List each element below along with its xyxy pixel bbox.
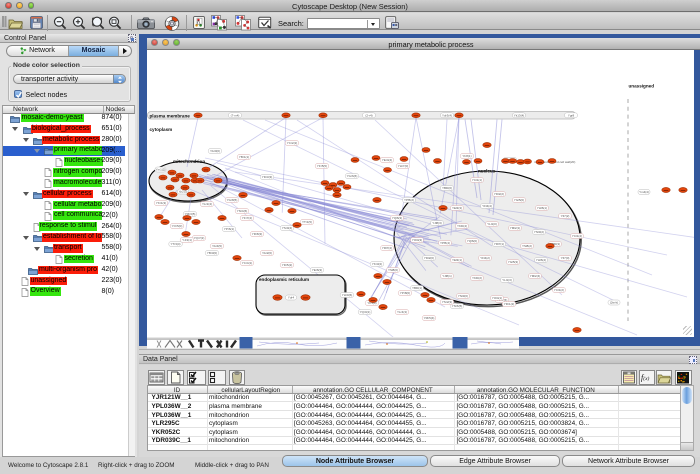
svg-text:YNr6(5): YNr6(5) — [451, 304, 462, 308]
svg-text:YDr5(2): YDr5(2) — [281, 263, 292, 267]
svg-text:YQl6(0): YQl6(0) — [466, 239, 476, 243]
svg-text:YLr4(3): YLr4(3) — [396, 310, 406, 314]
svg-text:YGr8(5): YGr8(5) — [226, 198, 237, 202]
svg-text:YJl8(3): YJl8(3) — [432, 221, 442, 225]
svg-text:YLl1(0): YLl1(0) — [487, 222, 497, 226]
svg-text:YHl6(4): YHl6(4) — [535, 258, 545, 262]
svg-text:YCr4(1): YCr4(1) — [241, 261, 252, 265]
svg-text:YIr8(1): YIr8(1) — [462, 154, 471, 158]
svg-text:Ym4(4): Ym4(4) — [639, 190, 649, 194]
svg-text:YLr2(4): YLr2(4) — [201, 202, 211, 206]
svg-text:nucleus: nucleus — [478, 169, 496, 174]
svg-text:YSr2(3): YSr2(3) — [441, 300, 451, 304]
svg-text:YSl8(0): YSl8(0) — [387, 268, 397, 272]
svg-text:YFl4(2): YFl4(2) — [480, 256, 490, 260]
svg-text:YQr7(2): YQr7(2) — [193, 236, 204, 240]
svg-text:YPl5(2): YPl5(2) — [403, 198, 413, 202]
svg-text:YJl8(1): YJl8(1) — [442, 274, 452, 278]
svg-text:YMr5(4): YMr5(4) — [423, 316, 434, 320]
svg-text:YGl5(0): YGl5(0) — [513, 198, 523, 202]
svg-text:YFr5(5): YFr5(5) — [316, 164, 326, 168]
svg-text:YDr3(3): YDr3(3) — [261, 175, 272, 179]
svg-text:YBr3(0): YBr3(0) — [206, 251, 216, 255]
svg-text:YRr1(2): YRr1(2) — [503, 302, 514, 306]
svg-text:unassigned: unassigned — [628, 84, 654, 89]
svg-text:YOl4(3): YOl4(3) — [411, 238, 421, 242]
svg-text:YEr6(3): YEr6(3) — [311, 268, 321, 272]
svg-text:YMl2(1): YMl2(1) — [509, 226, 520, 230]
svg-text:YFl4(4): YFl4(4) — [482, 204, 492, 208]
svg-text:Yp2(3): Yp2(3) — [178, 190, 187, 194]
svg-text:YJr2(1): YJr2(1) — [182, 238, 192, 242]
svg-text:YPl5(4): YPl5(4) — [439, 241, 449, 245]
svg-text:YEl3(3): YEl3(3) — [451, 206, 461, 210]
svg-text:Ydr3(4): Ydr3(4) — [441, 114, 451, 118]
svg-text:(7-m4): (7-m4) — [230, 114, 239, 118]
svg-text:YAr2(6): YAr2(6) — [261, 251, 271, 255]
svg-text:YEl3(1): YEl3(1) — [451, 258, 461, 262]
svg-text:YRl7(1): YRl7(1) — [493, 242, 503, 246]
svg-text:YRr8(3): YRr8(3) — [251, 232, 262, 236]
svg-text:YNl3(0): YNl3(0) — [457, 294, 467, 298]
svg-text:YBr1(1): YBr1(1) — [238, 155, 248, 159]
svg-text:YKr3(2): YKr3(2) — [371, 262, 381, 266]
svg-text:YHr7(0): YHr7(0) — [397, 164, 408, 168]
svg-text:Yk13(4): Yk13(4) — [513, 114, 524, 118]
svg-text:YGl5(3): YGl5(3) — [507, 260, 517, 264]
svg-text:YEr4(4): YEr4(4) — [381, 158, 391, 162]
svg-text:YKr1(3): YKr1(3) — [155, 201, 165, 205]
svg-text:YNr4(6): YNr4(6) — [236, 209, 247, 213]
svg-text:YCl1(4): YCl1(4) — [571, 234, 581, 238]
svg-text:YPr8(0): YPr8(0) — [399, 291, 409, 295]
svg-text:plasma membrane: plasma membrane — [149, 113, 190, 118]
svg-text:YQl6(3): YQl6(3) — [391, 216, 401, 220]
svg-text:YSl8(2): YSl8(2) — [521, 244, 531, 248]
svg-text:YFr7(4): YFr7(4) — [241, 216, 251, 220]
svg-text:Ydr4: Ydr4 — [287, 296, 294, 300]
svg-text:YOl4(1): YOl4(1) — [491, 296, 501, 300]
svg-text:mitochondrion: mitochondrion — [173, 159, 205, 164]
svg-text:YRl7(4): YRl7(4) — [381, 246, 391, 250]
svg-text:YCr2(2): YCr2(2) — [286, 141, 297, 145]
svg-text:YTr1(5): YTr1(5) — [301, 220, 311, 224]
svg-text:YDl2(2): YDl2(2) — [493, 192, 503, 196]
svg-text:YDl2(0): YDl2(0) — [423, 256, 433, 260]
svg-text:YPr6(1): YPr6(1) — [223, 227, 233, 231]
svg-text:YQr0(1): YQr0(1) — [359, 310, 370, 314]
svg-text:YHr0(6): YHr0(6) — [341, 293, 352, 297]
svg-text:YTr3(4): YTr3(4) — [170, 242, 180, 246]
svg-text:Ygr8: Ygr8 — [567, 114, 574, 118]
svg-text:YNl3(2): YNl3(2) — [533, 230, 543, 234]
svg-text:YKl0(4): YKl0(4) — [456, 224, 466, 228]
svg-text:cytoplasm: cytoplasm — [149, 127, 172, 132]
svg-text:YAr4(5): YAr4(5) — [211, 244, 221, 248]
svg-text:YHl6(1): YHl6(1) — [536, 206, 546, 210]
svg-text:YMl2(4): YMl2(4) — [529, 274, 540, 278]
svg-text:YLl1(3): YLl1(3) — [502, 278, 512, 282]
svg-text:(2-r4): (2-r4) — [365, 114, 372, 118]
svg-text:YCl1(2): YCl1(2) — [553, 288, 563, 292]
svg-text:YIl7(0): YIl7(0) — [560, 256, 569, 260]
svg-text:YAr0(0): YAr0(0) — [209, 149, 219, 153]
svg-text:YIl7(2): YIl7(2) — [560, 214, 569, 218]
svg-text:YKl0(2): YKl0(2) — [471, 276, 481, 280]
svg-text:Ym1(2): Ym1(2) — [155, 168, 165, 172]
svg-text:endoplasmic reticulum: endoplasmic reticulum — [259, 277, 309, 282]
svg-text:YBl0(0): YBl0(0) — [441, 186, 451, 190]
svg-text:(2w-k): (2w-k) — [609, 301, 617, 305]
svg-text:YCl1(1): YCl1(1) — [471, 178, 481, 182]
svg-text:YOr5(0): YOr5(0) — [171, 224, 182, 228]
svg-text:YBl0(1): YBl0(1) — [411, 286, 421, 290]
svg-text:YSr0(4): YSr0(4) — [281, 226, 291, 230]
svg-text:YGr6(6): YGr6(6) — [346, 174, 357, 178]
